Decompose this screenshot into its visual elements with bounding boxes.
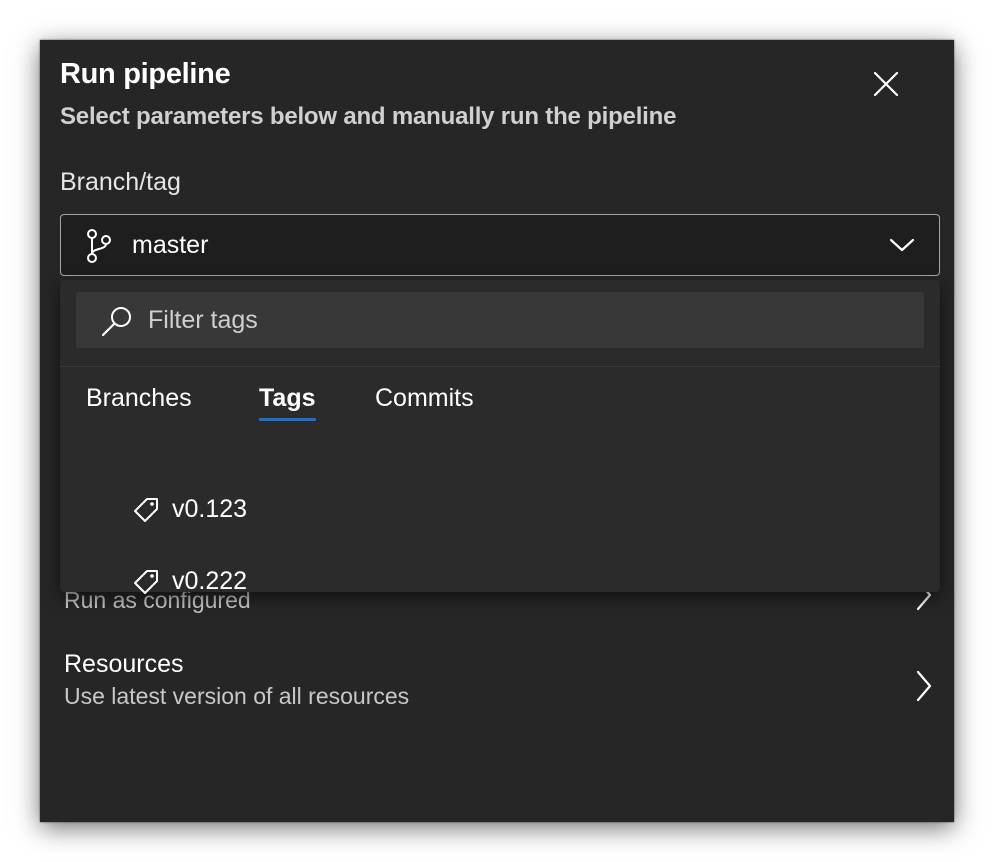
resources-row[interactable]: Resources Use latest version of all reso…	[64, 650, 944, 710]
selected-branch-value: master	[132, 231, 209, 259]
branch-tag-dropdown: Branches Tags Commits v0.123 v0.222	[60, 280, 940, 595]
search-icon	[101, 307, 131, 337]
close-icon	[873, 71, 899, 97]
filter-tags-input[interactable]	[148, 300, 908, 340]
branch-tag-label: Branch/tag	[60, 168, 181, 196]
resources-subtitle: Use latest version of all resources	[64, 683, 410, 709]
tag-icon	[134, 498, 158, 522]
divider	[60, 366, 940, 367]
tag-label: v0.123	[172, 495, 248, 523]
chevron-down-icon	[889, 238, 915, 252]
chevron-right-icon	[916, 670, 932, 702]
tab-tags[interactable]: Tags	[259, 384, 316, 421]
filter-box	[76, 292, 924, 348]
resources-title: Resources	[64, 650, 184, 678]
list-item[interactable]: v0.222	[120, 556, 920, 606]
run-pipeline-panel: Run pipeline Select parameters below and…	[40, 40, 954, 822]
tab-branches[interactable]: Branches	[86, 384, 192, 417]
git-branch-icon	[87, 229, 111, 263]
panel-title: Run pipeline	[60, 58, 231, 90]
tag-icon	[134, 570, 158, 594]
tab-commits[interactable]: Commits	[375, 384, 474, 417]
tag-label: v0.222	[172, 567, 248, 595]
list-item[interactable]: v0.123	[120, 484, 920, 534]
panel-subtitle: Select parameters below and manually run…	[60, 103, 677, 130]
close-button[interactable]	[868, 66, 904, 102]
branch-tag-select[interactable]: master	[60, 214, 940, 276]
